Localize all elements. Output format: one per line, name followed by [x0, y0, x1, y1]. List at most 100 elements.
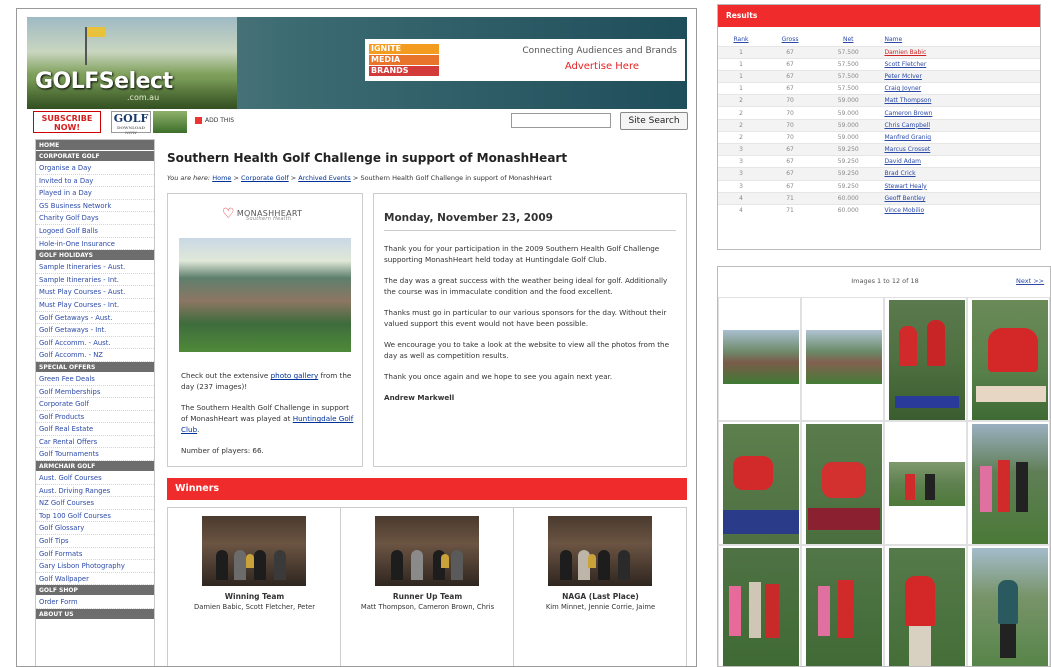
nav-item-golf-tournaments[interactable]: Golf Tournaments: [36, 448, 154, 462]
nav-item-invited-to-a-day[interactable]: Invited to a Day: [36, 175, 154, 188]
event-group-photo[interactable]: [179, 238, 351, 352]
nav-item-sample-itineraries-aust[interactable]: Sample Itineraries - Aust.: [36, 261, 154, 274]
rank-column-header[interactable]: Rank: [718, 34, 764, 46]
gallery-thumbnail[interactable]: [801, 545, 884, 666]
name-cell[interactable]: Chris Campbell: [880, 118, 1040, 132]
nav-section-golf-holidays[interactable]: GOLF HOLIDAYS: [36, 250, 154, 262]
nav-item-hole-in-one-insurance[interactable]: Hole-in-One Insurance: [36, 238, 154, 251]
gallery-thumbnail[interactable]: [801, 421, 884, 545]
nav-section-home[interactable]: HOME: [36, 140, 154, 151]
breadcrumb-home[interactable]: Home: [212, 174, 231, 182]
name-cell[interactable]: David Adam: [880, 155, 1040, 168]
addthis-button[interactable]: ADD THIS: [195, 117, 234, 124]
table-row: 3 67 59.250 Brad Crick: [718, 167, 1040, 181]
nav-section-armchair-golf[interactable]: ARMCHAIR GOLF: [36, 461, 154, 473]
name-cell[interactable]: Craig Joyner: [880, 82, 1040, 95]
photo-gallery-link[interactable]: photo gallery: [271, 371, 319, 380]
gallery-thumbnail[interactable]: [718, 297, 801, 421]
nav-item-golf-wallpaper[interactable]: Golf Wallpaper: [36, 573, 154, 586]
nav-item-golf-glossary[interactable]: Golf Glossary: [36, 522, 154, 536]
nav-item-charity-golf-days[interactable]: Charity Golf Days: [36, 212, 154, 225]
name-column-header[interactable]: Name: [880, 34, 1040, 46]
name-cell[interactable]: Geoff Bentley: [880, 191, 1040, 205]
runner-up-team-photo[interactable]: [375, 516, 479, 586]
nav-item-golf-getaways-aust[interactable]: Golf Getaways - Aust.: [36, 312, 154, 325]
nav-item-golf-accomm-nz[interactable]: Golf Accomm. - NZ: [36, 349, 154, 362]
header-advert[interactable]: IGNITE MEDIA BRANDS Connecting Audiences…: [365, 39, 685, 81]
gallery-thumbnail[interactable]: [884, 545, 967, 666]
name-cell[interactable]: Marcus Crosset: [880, 142, 1040, 156]
name-cell[interactable]: Scott Fletcher: [880, 57, 1040, 71]
nav-item-aust-driving-ranges[interactable]: Aust. Driving Ranges: [36, 485, 154, 498]
nav-item-car-rental-offers[interactable]: Car Rental Offers: [36, 436, 154, 449]
nav-item-must-play-courses-aust[interactable]: Must Play Courses - Aust.: [36, 286, 154, 299]
nav-item-logoed-golf-balls[interactable]: Logoed Golf Balls: [36, 225, 154, 238]
name-cell[interactable]: Vince Mobilio: [880, 203, 1040, 217]
gallery-thumbnail[interactable]: [884, 421, 967, 545]
gallery-thumbnail[interactable]: [967, 297, 1050, 421]
rank-cell: 2: [718, 118, 765, 132]
nav-item-gary-lisbon-photography[interactable]: Gary Lisbon Photography: [36, 560, 154, 573]
nav-item-golf-tips[interactable]: Golf Tips: [36, 535, 154, 548]
gallery-thumbnail[interactable]: [967, 421, 1050, 545]
name-cell[interactable]: Matt Thompson: [880, 94, 1040, 107]
site-logo[interactable]: GOLFSelect: [35, 69, 173, 94]
gallery-thumbnail[interactable]: [801, 297, 884, 421]
breadcrumb-archived-events[interactable]: Archived Events: [298, 174, 351, 182]
nav-item-golf-products[interactable]: Golf Products: [36, 411, 154, 424]
name-cell[interactable]: Brad Crick: [880, 167, 1040, 181]
gallery-thumbnail[interactable]: [718, 545, 801, 666]
nav-item-golf-real-estate[interactable]: Golf Real Estate: [36, 423, 154, 436]
nav-item-aust-golf-courses[interactable]: Aust. Golf Courses: [36, 472, 154, 485]
nav-section-special-offers[interactable]: SPECIAL OFFERS: [36, 361, 154, 373]
event-message-box: Monday, November 23, 2009 Thank you for …: [373, 193, 687, 467]
nav-item-golf-formats[interactable]: Golf Formats: [36, 548, 154, 561]
nav-item-golf-getaways-int[interactable]: Golf Getaways - Int.: [36, 324, 154, 337]
name-cell[interactable]: Damien Babic: [880, 45, 1040, 59]
nav-item-order-form[interactable]: Order Form: [36, 596, 154, 609]
gallery-thumbnail[interactable]: [718, 421, 801, 545]
monashheart-logo: ♡ MONASHHEART Southern Health: [222, 206, 302, 222]
subscribe-now-button[interactable]: SUBSCRIBE NOW!: [33, 111, 101, 133]
name-cell[interactable]: Manfred Granig: [880, 130, 1040, 144]
nav-section-corporate-golf[interactable]: CORPORATE GOLF: [36, 151, 154, 162]
nav-item-must-play-courses-int[interactable]: Must Play Courses - Int.: [36, 299, 154, 312]
nav-section-about-us[interactable]: ABOUT US: [36, 609, 154, 620]
winning-team-photo[interactable]: [202, 516, 306, 586]
winner-title: Winning Team: [224, 592, 285, 601]
nav-item-corporate-golf[interactable]: Corporate Golf: [36, 398, 154, 411]
nav-item-golf-memberships[interactable]: Golf Memberships: [36, 386, 154, 399]
net-cell: 57.500: [816, 69, 881, 83]
naga-team-photo[interactable]: [548, 516, 652, 586]
name-cell[interactable]: Peter McIver: [880, 69, 1040, 83]
gallery-thumbnail[interactable]: [884, 297, 967, 421]
advertise-here-link[interactable]: Advertise Here: [565, 61, 639, 72]
gallery-thumbnail[interactable]: [967, 545, 1050, 666]
nav-item-sample-itineraries-int[interactable]: Sample Itineraries - Int.: [36, 274, 154, 287]
golf-magazine-banner[interactable]: GOLF DOWNLOAD NOW: [111, 111, 151, 135]
table-row: 4 71 60.000 Geoff Bentley: [718, 191, 1040, 205]
nav-item-green-fee-deals[interactable]: Green Fee Deals: [36, 373, 154, 386]
gross-cell: 71: [764, 191, 816, 205]
gross-column-header[interactable]: Gross: [764, 34, 816, 46]
net-column-header[interactable]: Net: [816, 34, 880, 46]
site-search-button[interactable]: Site Search: [620, 112, 688, 130]
name-cell[interactable]: Stewart Healy: [880, 179, 1040, 193]
breadcrumb-current: Southern Health Golf Challenge in suppor…: [360, 174, 552, 182]
name-cell[interactable]: Cameron Brown: [880, 106, 1040, 120]
nav-section-golf-shop[interactable]: GOLF SHOP: [36, 585, 154, 597]
nav-item-top-100-golf-courses[interactable]: Top 100 Golf Courses: [36, 510, 154, 523]
nav-item-organise-a-day[interactable]: Organise a Day: [36, 162, 154, 175]
rank-cell: 3: [718, 142, 765, 156]
nav-item-played-in-a-day[interactable]: Played in a Day: [36, 187, 154, 200]
breadcrumb-corporate-golf[interactable]: Corporate Golf: [241, 174, 289, 182]
magazine-cover-image[interactable]: [153, 111, 187, 133]
gallery-next-link[interactable]: Next >>: [1016, 277, 1044, 285]
site-search-input[interactable]: [511, 113, 611, 128]
gross-cell: 67: [764, 45, 816, 59]
nav-item-gs-business-network[interactable]: GS Business Network: [36, 200, 154, 213]
nav-item-golf-accomm-aust[interactable]: Golf Accomm. - Aust.: [36, 337, 154, 350]
message-paragraph: Thank you once again and we hope to see …: [384, 372, 613, 381]
nav-item-nz-golf-courses[interactable]: NZ Golf Courses: [36, 497, 154, 510]
page-title: Southern Health Golf Challenge in suppor…: [167, 151, 568, 165]
